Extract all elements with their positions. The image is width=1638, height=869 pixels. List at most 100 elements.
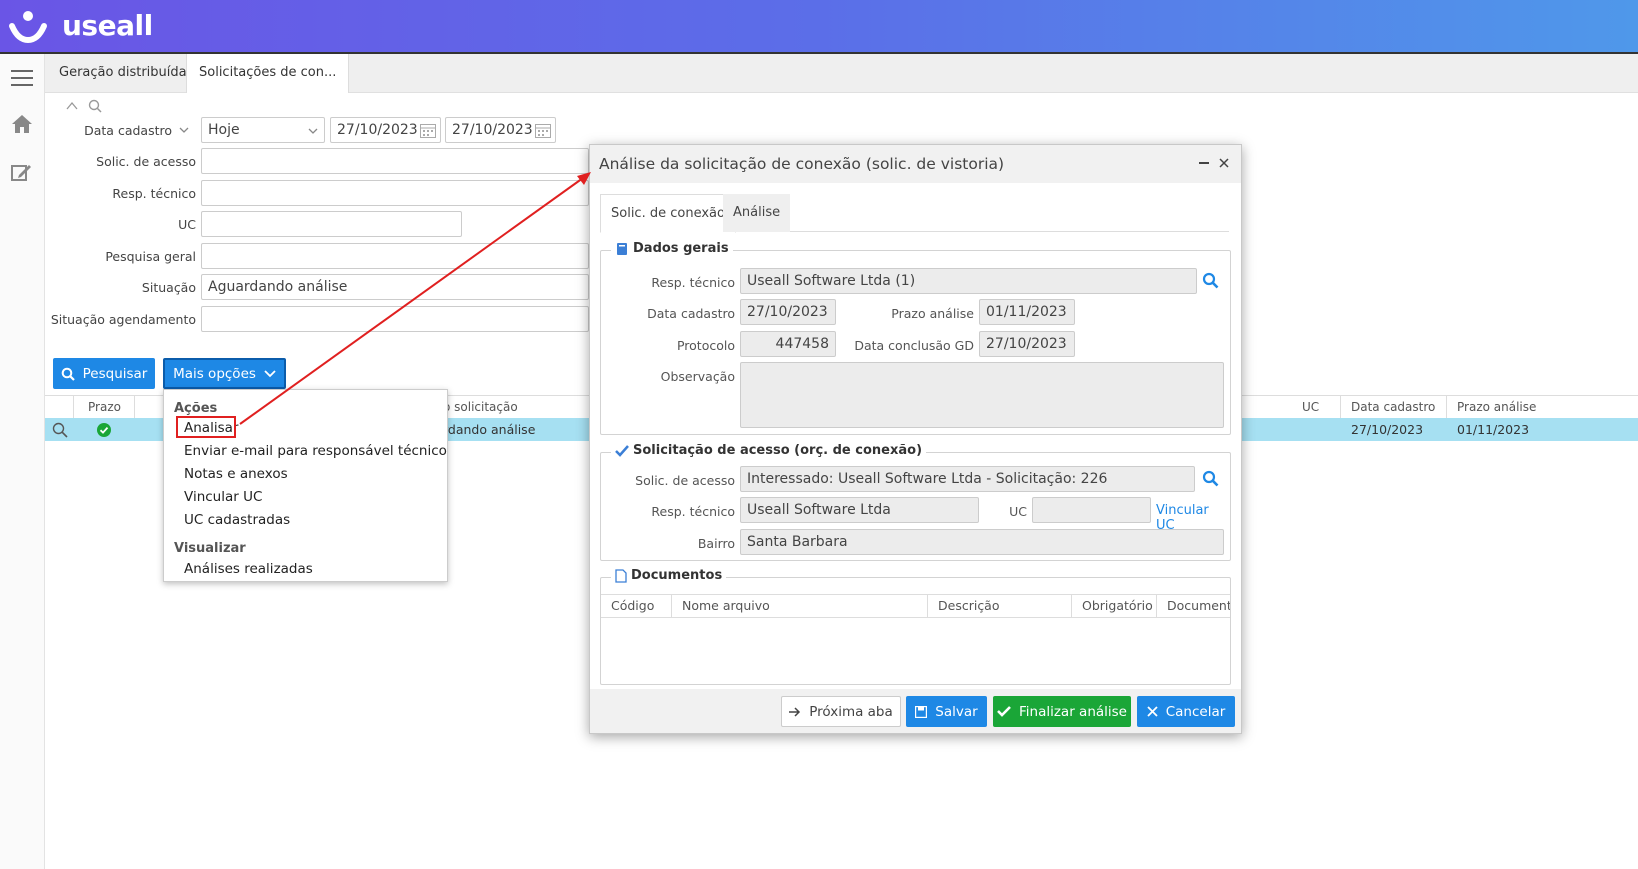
search-icon[interactable] <box>1202 470 1219 487</box>
resp-tecnico-label: Resp. técnico <box>651 504 735 519</box>
cancelar-label: Cancelar <box>1165 703 1226 720</box>
cancelar-button[interactable]: Cancelar <box>1137 696 1235 727</box>
row-prazo-analise: 01/11/2023 <box>1457 422 1530 437</box>
pesquisar-label: Pesquisar <box>82 365 148 382</box>
row-data-cadastro: 27/10/2023 <box>1351 422 1424 437</box>
data-cadastro-label: Data cadastro <box>647 306 735 321</box>
col-descricao[interactable]: Descrição <box>928 595 1072 617</box>
data-cadastro-label: Data cadastro <box>84 123 172 138</box>
resp-tecnico-field[interactable]: Useall Software Ltda <box>740 497 979 523</box>
pesquisa-geral-field[interactable] <box>201 243 589 269</box>
close-icon <box>1147 706 1158 717</box>
col-nome-arquivo[interactable]: Nome arquivo <box>672 595 928 617</box>
bairro-label: Bairro <box>697 536 735 551</box>
menu-item-analises-realizadas[interactable]: Análises realizadas <box>184 561 313 577</box>
data-conclusao-label: Data conclusão GD <box>854 338 974 353</box>
proxima-aba-label: Próxima aba <box>809 703 893 720</box>
period-select[interactable]: Hoje <box>201 117 325 143</box>
situacao-field[interactable]: Aguardando análise <box>201 274 589 300</box>
protocolo-label: Protocolo <box>676 338 735 353</box>
document-icon <box>615 568 627 583</box>
zoom-icon[interactable] <box>52 422 68 438</box>
situacao-agendamento-label: Situação agendamento <box>50 312 196 327</box>
edit-button[interactable] <box>0 152 44 192</box>
resp-tecnico-field[interactable] <box>201 180 589 206</box>
book-icon <box>617 242 627 255</box>
data-cadastro-field[interactable]: 27/10/2023 <box>740 299 836 325</box>
solic-acesso-field[interactable] <box>201 148 589 174</box>
prazo-analise-label: Prazo análise <box>891 306 974 321</box>
protocolo-field[interactable]: 447458 <box>740 331 836 357</box>
tab-geracao-distribuida[interactable]: Geração distribuída <box>47 54 199 92</box>
uc-field[interactable] <box>201 211 462 237</box>
tab-solic-conexao[interactable]: Solic. de conexão <box>600 194 736 233</box>
col-prazo[interactable]: Prazo <box>88 396 121 419</box>
dialog-titlebar: Análise da solicitação de conexão (solic… <box>590 145 1241 183</box>
uc-field[interactable] <box>1032 497 1151 523</box>
bairro-field[interactable]: Santa Barbara <box>740 529 1224 555</box>
chevron-down-icon <box>308 128 318 134</box>
prazo-analise-field[interactable]: 01/11/2023 <box>979 299 1075 325</box>
date-from-field[interactable]: 27/10/2023 <box>330 117 441 143</box>
arrow-right-icon <box>789 706 801 717</box>
date-from-value: 27/10/2023 <box>337 122 418 138</box>
solicitacao-acesso-title: Solicitação de acesso (orç. de conexão) <box>633 443 923 458</box>
proxima-aba-button[interactable]: Próxima aba <box>781 696 901 727</box>
col-codigo[interactable]: Código <box>601 595 672 617</box>
situacao-label: Situação <box>141 280 196 295</box>
check-circle-icon <box>97 423 111 437</box>
dialog-footer: Próxima aba Salvar Finalizar análise Can… <box>590 689 1241 733</box>
col-situacao-solicitacao[interactable]: o solicitação <box>443 396 518 419</box>
dados-gerais-section: Dados gerais Resp. técnico Useall Softwa… <box>600 241 1231 435</box>
documentos-legend: Documentos <box>611 568 727 583</box>
date-to-field[interactable]: 27/10/2023 <box>445 117 556 143</box>
mais-opcoes-label: Mais opções <box>173 365 256 382</box>
collapse-chevron-icon[interactable] <box>66 101 78 111</box>
menu-header-visualizar: Visualizar <box>174 541 246 556</box>
resp-tecnico-field[interactable]: Useall Software Ltda (1) <box>740 268 1197 294</box>
period-value: Hoje <box>208 122 240 138</box>
tab-solicitacoes[interactable]: Solicitações de con... <box>186 54 350 93</box>
documentos-grid-header: Código Nome arquivo Descrição Obrigatóri… <box>601 594 1230 618</box>
tab-bar: Geração distribuída Solicitações de con.… <box>45 54 1638 93</box>
menu-toggle[interactable] <box>0 58 44 98</box>
solicitacao-acesso-section: Solicitação de acesso (orç. de conexão) … <box>600 443 1231 561</box>
menu-header-acoes: Ações <box>174 401 218 416</box>
calendar-icon[interactable] <box>535 123 551 138</box>
documentos-title: Documentos <box>631 568 723 583</box>
chevron-down-icon[interactable] <box>179 126 189 134</box>
finalizar-label: Finalizar análise <box>1018 703 1127 720</box>
finalizar-analise-button[interactable]: Finalizar análise <box>993 696 1131 727</box>
resp-tecnico-label: Resp. técnico <box>112 186 196 201</box>
pesquisar-button[interactable]: Pesquisar <box>53 358 155 389</box>
situacao-agendamento-field[interactable] <box>201 306 589 332</box>
menu-item-vincular-uc[interactable]: Vincular UC <box>184 489 262 505</box>
left-rail <box>0 54 45 869</box>
menu-item-notas-anexos[interactable]: Notas e anexos <box>184 466 288 482</box>
mais-opcoes-button[interactable]: Mais opções <box>163 358 286 389</box>
col-data-cadastro[interactable]: Data cadastro <box>1351 396 1435 419</box>
dados-gerais-title: Dados gerais <box>633 241 729 256</box>
tab-analise[interactable]: Análise <box>723 194 791 232</box>
menu-item-enviar-email[interactable]: Enviar e-mail para responsável técnico <box>184 443 447 459</box>
salvar-button[interactable]: Salvar <box>906 696 987 727</box>
minimize-icon[interactable] <box>1199 162 1209 165</box>
solic-acesso-label: Solic. de acesso <box>635 473 735 488</box>
col-prazo-analise[interactable]: Prazo análise <box>1457 396 1536 419</box>
col-obrigatorio[interactable]: Obrigatório <box>1072 595 1157 617</box>
col-documento[interactable]: Documento <box>1157 595 1230 617</box>
solic-acesso-field[interactable]: Interessado: Useall Software Ltda - Soli… <box>740 466 1195 492</box>
observacao-field[interactable] <box>740 362 1224 428</box>
uc-label: UC <box>1009 504 1027 519</box>
check-icon <box>997 706 1011 717</box>
menu-item-uc-cadastradas[interactable]: UC cadastradas <box>184 512 290 528</box>
dados-gerais-legend: Dados gerais <box>611 241 733 256</box>
search-icon[interactable] <box>1202 272 1219 289</box>
home-button[interactable] <box>0 104 44 144</box>
col-uc[interactable]: UC <box>1302 396 1319 419</box>
data-conclusao-field[interactable]: 27/10/2023 <box>979 331 1075 357</box>
resp-tecnico-label: Resp. técnico <box>651 275 735 290</box>
calendar-icon[interactable] <box>420 123 436 138</box>
edit-icon <box>11 165 31 181</box>
close-icon[interactable] <box>1219 158 1229 168</box>
